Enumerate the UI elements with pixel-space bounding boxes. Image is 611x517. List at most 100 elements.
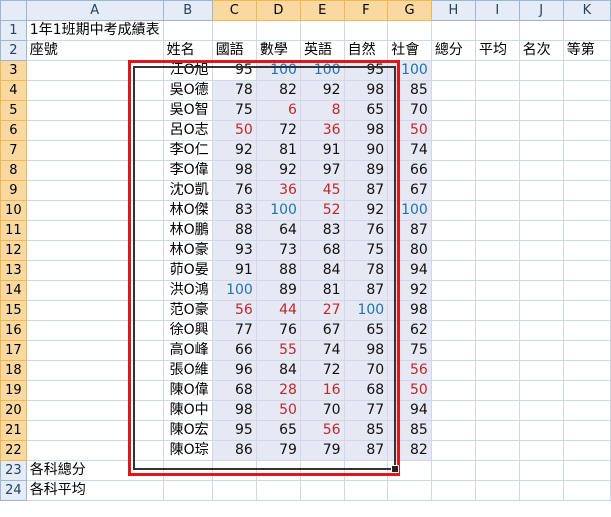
- cell[interactable]: [474, 100, 520, 121]
- cell[interactable]: [562, 200, 611, 221]
- score-cell[interactable]: 87: [343, 280, 389, 301]
- cell[interactable]: [474, 160, 520, 181]
- score-cell[interactable]: 65: [255, 420, 301, 441]
- score-cell[interactable]: 98: [211, 400, 257, 421]
- row-header[interactable]: 7: [0, 140, 27, 161]
- cell[interactable]: [430, 340, 476, 361]
- score-cell[interactable]: 80: [387, 240, 432, 261]
- cell[interactable]: [562, 20, 611, 41]
- cell[interactable]: [562, 300, 611, 321]
- row-header[interactable]: 22: [0, 440, 27, 461]
- score-cell[interactable]: 96: [211, 360, 257, 381]
- score-cell[interactable]: 74: [387, 140, 432, 161]
- student-name-cell[interactable]: 范O豪: [162, 300, 213, 321]
- row-header[interactable]: 11: [0, 220, 27, 241]
- cell[interactable]: [211, 20, 257, 41]
- score-cell[interactable]: 88: [211, 220, 257, 241]
- score-cell[interactable]: 98: [343, 340, 389, 361]
- cell[interactable]: [255, 20, 301, 41]
- cell[interactable]: [518, 60, 564, 81]
- student-name-cell[interactable]: 陳O中: [162, 400, 213, 421]
- row-header[interactable]: 14: [0, 280, 27, 301]
- cell[interactable]: [430, 200, 476, 221]
- score-cell[interactable]: 100: [387, 200, 432, 221]
- score-cell[interactable]: 56: [299, 420, 345, 441]
- student-name-cell[interactable]: 江O旭: [162, 60, 213, 81]
- score-cell[interactable]: 81: [255, 140, 301, 161]
- seat-number-cell[interactable]: [25, 420, 164, 441]
- cell[interactable]: [430, 160, 476, 181]
- header-cell[interactable]: 總分: [430, 40, 476, 61]
- seat-number-cell[interactable]: [25, 260, 164, 281]
- score-cell[interactable]: 85: [387, 80, 432, 101]
- student-name-cell[interactable]: 林O鵬: [162, 220, 213, 241]
- header-cell[interactable]: 自然: [343, 40, 389, 61]
- seat-number-cell[interactable]: [25, 100, 164, 121]
- cell[interactable]: [474, 480, 520, 501]
- cell[interactable]: [562, 80, 611, 101]
- seat-number-cell[interactable]: [25, 380, 164, 401]
- seat-number-cell[interactable]: [25, 400, 164, 421]
- cell[interactable]: [430, 280, 476, 301]
- row-header[interactable]: 24: [0, 480, 27, 501]
- student-name-cell[interactable]: 陳O偉: [162, 380, 213, 401]
- cell[interactable]: [518, 360, 564, 381]
- cell[interactable]: [474, 60, 520, 81]
- score-cell[interactable]: 68: [343, 380, 389, 401]
- cell[interactable]: [430, 400, 476, 421]
- score-cell[interactable]: 92: [387, 280, 432, 301]
- score-cell[interactable]: 89: [343, 160, 389, 181]
- score-cell[interactable]: 88: [255, 260, 301, 281]
- score-cell[interactable]: 97: [299, 160, 345, 181]
- column-header-c[interactable]: C: [211, 0, 257, 21]
- cell[interactable]: [562, 100, 611, 121]
- seat-number-cell[interactable]: [25, 440, 164, 461]
- seat-number-cell[interactable]: [25, 60, 164, 81]
- cell[interactable]: [162, 20, 213, 41]
- cell[interactable]: [299, 20, 345, 41]
- score-cell[interactable]: 87: [387, 220, 432, 241]
- score-cell[interactable]: 8: [299, 100, 345, 121]
- column-header-d[interactable]: D: [255, 0, 301, 21]
- cell[interactable]: [430, 320, 476, 341]
- cell[interactable]: [562, 120, 611, 141]
- score-cell[interactable]: 79: [255, 440, 301, 461]
- cell[interactable]: [518, 140, 564, 161]
- cell[interactable]: [518, 180, 564, 201]
- score-cell[interactable]: 75: [387, 340, 432, 361]
- cell[interactable]: [430, 240, 476, 261]
- cell[interactable]: [474, 220, 520, 241]
- column-header-b[interactable]: B: [162, 0, 213, 21]
- score-cell[interactable]: 94: [387, 400, 432, 421]
- score-cell[interactable]: 92: [299, 80, 345, 101]
- seat-number-cell[interactable]: [25, 220, 164, 241]
- score-cell[interactable]: 78: [211, 80, 257, 101]
- score-cell[interactable]: 92: [255, 160, 301, 181]
- row-header[interactable]: 6: [0, 120, 27, 141]
- seat-number-cell[interactable]: [25, 80, 164, 101]
- cell[interactable]: [211, 460, 257, 481]
- select-all-corner[interactable]: [0, 0, 27, 21]
- score-cell[interactable]: 86: [211, 440, 257, 461]
- cell[interactable]: [343, 480, 389, 501]
- cell[interactable]: [562, 140, 611, 161]
- cell[interactable]: [518, 20, 564, 41]
- score-cell[interactable]: 98: [343, 80, 389, 101]
- cell[interactable]: [562, 320, 611, 341]
- cell[interactable]: [474, 340, 520, 361]
- score-cell[interactable]: 65: [343, 320, 389, 341]
- cell[interactable]: [343, 460, 389, 481]
- student-name-cell[interactable]: 沈O凱: [162, 180, 213, 201]
- student-name-cell[interactable]: 林O豪: [162, 240, 213, 261]
- seat-number-cell[interactable]: [25, 200, 164, 221]
- cell[interactable]: [430, 60, 476, 81]
- score-cell[interactable]: 36: [299, 120, 345, 141]
- cell[interactable]: [387, 460, 432, 481]
- score-cell[interactable]: 28: [255, 380, 301, 401]
- seat-number-cell[interactable]: [25, 300, 164, 321]
- seat-number-cell[interactable]: [25, 280, 164, 301]
- cell[interactable]: [430, 420, 476, 441]
- score-cell[interactable]: 67: [299, 320, 345, 341]
- row-header[interactable]: 10: [0, 200, 27, 221]
- cell[interactable]: [518, 460, 564, 481]
